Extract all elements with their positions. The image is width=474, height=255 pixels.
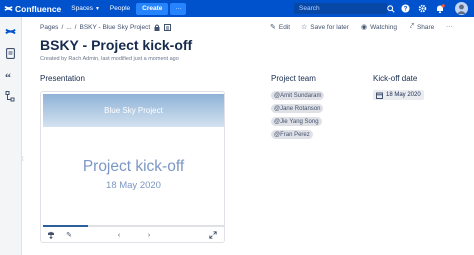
svg-text:?: ? xyxy=(404,6,408,13)
slide-banner: Blue Sky Project xyxy=(43,94,224,127)
presentation-viewer[interactable]: Blue Sky Project Project kick-off 18 May… xyxy=(40,91,225,243)
hierarchy-icon[interactable] xyxy=(4,90,16,102)
kickoff-date-lozenge[interactable]: 18 May 2020 xyxy=(373,90,424,100)
settings-icon[interactable] xyxy=(417,3,428,14)
star-icon: ☆ xyxy=(301,24,308,31)
nav-people-label: People xyxy=(109,5,131,12)
edit-button[interactable]: ✎ Edit xyxy=(270,23,291,32)
sidebar-resize-handle[interactable]: ⁞ xyxy=(22,157,24,163)
calendar-icon xyxy=(376,92,383,99)
more-actions-button[interactable]: ··· xyxy=(446,23,453,30)
notifications-icon[interactable] xyxy=(434,3,445,14)
breadcrumb-pages[interactable]: Pages xyxy=(40,24,58,31)
download-icon[interactable] xyxy=(45,230,57,240)
save-for-later-label: Save for later xyxy=(310,23,349,31)
kickoff-date-heading: Kick-off date xyxy=(373,74,418,83)
lock-icon[interactable] xyxy=(154,24,160,31)
kickoff-date-value: 18 May 2020 xyxy=(386,92,421,98)
help-icon[interactable]: ? xyxy=(400,3,411,14)
search-placeholder: Search xyxy=(299,5,320,12)
slide-progress-fill xyxy=(43,225,89,227)
slide-date: 18 May 2020 xyxy=(106,180,161,191)
share-label: Share xyxy=(416,23,435,31)
top-navigation-bar: Confluence Spaces ▼ People Create ··· Se… xyxy=(0,0,474,17)
user-mention[interactable]: @Jane Rotanson xyxy=(271,104,324,113)
search-icon[interactable] xyxy=(385,3,396,14)
svg-text:“: “ xyxy=(5,72,11,81)
nav-people[interactable]: People xyxy=(110,5,130,12)
breadcrumb-parent-page[interactable]: BSKY - Blue Sky Project xyxy=(79,24,150,31)
next-slide-icon[interactable]: › xyxy=(143,230,155,240)
search-input[interactable]: Search xyxy=(294,3,387,14)
slide-progress-bar[interactable] xyxy=(43,225,224,227)
chevron-down-icon: ▼ xyxy=(94,5,100,12)
confluence-space-icon[interactable] xyxy=(4,25,16,37)
pencil-icon: ✎ xyxy=(270,24,276,31)
quote-icon[interactable]: “ xyxy=(4,70,16,82)
confluence-logo[interactable]: Confluence xyxy=(4,4,61,14)
fullscreen-icon[interactable] xyxy=(207,230,219,240)
save-for-later-button[interactable]: ☆ Save for later xyxy=(301,23,349,32)
previous-slide-icon[interactable]: ‹ xyxy=(113,230,125,240)
nav-spaces-label: Spaces xyxy=(71,5,93,12)
slide-banner-text: Blue Sky Project xyxy=(104,106,163,115)
page-info-icon[interactable] xyxy=(164,24,172,31)
page-title: BSKY - Project kick-off xyxy=(40,37,193,53)
product-name: Confluence xyxy=(15,3,62,14)
breadcrumb: Pages / ... / BSKY - Blue Sky Project xyxy=(40,24,172,31)
more-actions-label: ··· xyxy=(446,23,453,30)
watching-button[interactable]: ◉ Watching xyxy=(361,23,397,32)
confluence-logo-icon xyxy=(4,5,13,12)
breadcrumb-separator: / xyxy=(74,24,77,31)
user-mention[interactable]: @Jie Yang Song xyxy=(271,117,322,126)
eye-icon: ◉ xyxy=(361,24,368,31)
share-button[interactable]: ⤤ Share xyxy=(410,23,434,31)
edit-label: Edit xyxy=(278,23,291,31)
breadcrumb-separator: / xyxy=(61,24,64,31)
breadcrumb-ellipsis[interactable]: ... xyxy=(66,24,71,31)
project-team-heading: Project team xyxy=(271,74,316,83)
user-mention[interactable]: @Fran Perez xyxy=(271,130,313,139)
create-button[interactable]: Create xyxy=(136,2,169,15)
edit-presentation-icon[interactable]: ✎ xyxy=(63,230,75,240)
slide-title: Project kick-off xyxy=(82,158,185,175)
pages-icon[interactable] xyxy=(4,47,16,59)
watching-label: Watching xyxy=(370,23,397,31)
space-sidebar: “ xyxy=(0,17,22,255)
presentation-heading: Presentation xyxy=(40,74,85,83)
nav-spaces[interactable]: Spaces ▼ xyxy=(71,5,100,12)
share-icon: ⤤ xyxy=(410,23,414,30)
create-more-button[interactable]: ··· xyxy=(170,2,187,15)
page-byline: Created by Rach Admin, last modified jus… xyxy=(40,56,179,62)
user-mention[interactable]: @Amit Sundaram xyxy=(271,91,325,100)
user-avatar[interactable] xyxy=(455,2,468,15)
